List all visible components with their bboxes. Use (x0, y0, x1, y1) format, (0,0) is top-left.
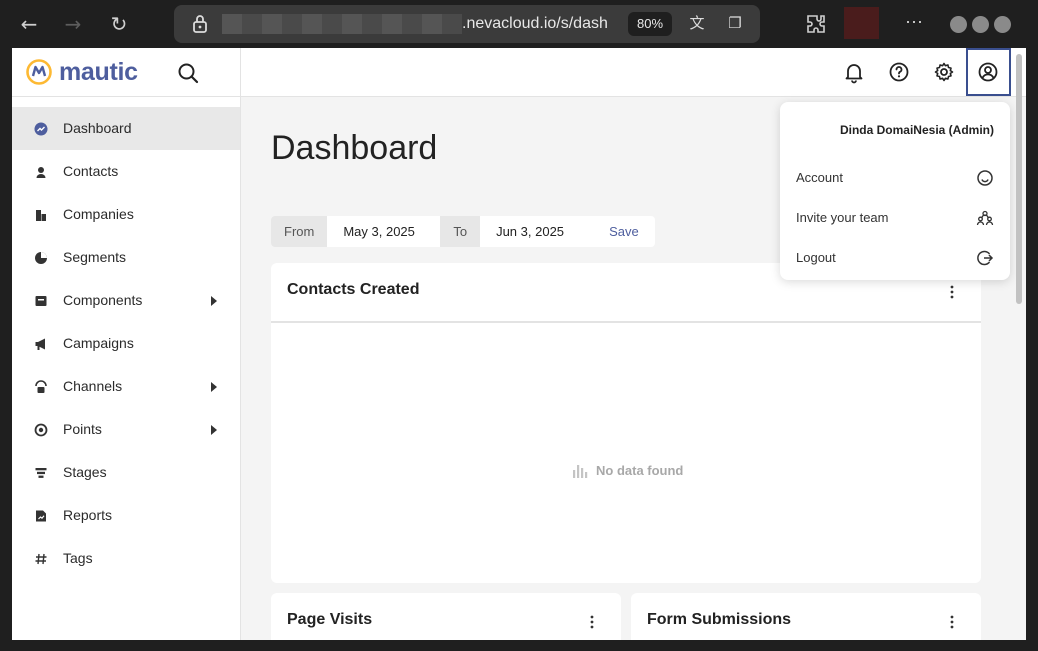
page-scrollbar[interactable] (1014, 50, 1024, 640)
save-button[interactable]: Save (593, 216, 655, 247)
top-navbar: mautic (12, 48, 1026, 97)
more-options-icon[interactable]: ⋯ (902, 10, 926, 34)
mautic-logo[interactable]: mautic (25, 57, 138, 87)
menu-item-invite-team[interactable]: Invite your team (780, 204, 1010, 234)
widget-title: Contacts Created (287, 281, 420, 298)
sidebar-item-label: Stages (63, 464, 107, 480)
chevron-right-icon[interactable] (211, 296, 217, 306)
logo-text: mautic (59, 57, 138, 86)
reload-icon[interactable]: ↻ (106, 12, 132, 36)
date-range-filter: From May 3, 2025 To Jun 3, 2025 Save (271, 216, 655, 247)
sidebar: Dashboard Contacts Companies Segments Co… (12, 97, 241, 640)
kebab-menu-icon[interactable] (947, 614, 957, 630)
megaphone-icon (35, 338, 45, 350)
sidebar-item-channels[interactable]: Channels (12, 365, 240, 408)
logout-icon (977, 250, 994, 266)
sidebar-item-label: Contacts (63, 163, 119, 179)
sidebar-item-segments[interactable]: Segments (12, 236, 240, 279)
sidebar-item-label: Dashboard (63, 120, 132, 136)
empty-state: No data found (572, 462, 683, 478)
sidebar-item-label: Reports (63, 507, 113, 523)
date-to-label: To (440, 216, 481, 247)
url-redacted (222, 14, 462, 34)
brand-divider (240, 48, 241, 97)
sidebar-item-components[interactable]: Components (12, 279, 240, 322)
help-icon[interactable] (887, 60, 911, 84)
sidebar-item-tags[interactable]: Tags (12, 537, 240, 580)
sidebar-item-points[interactable]: Points (12, 408, 240, 451)
sidebar-item-campaigns[interactable]: Campaigns (12, 322, 240, 365)
widget-title: Form Submissions (647, 611, 792, 628)
chevron-right-icon[interactable] (211, 382, 217, 392)
sidebar-item-label: Campaigns (63, 335, 134, 351)
user-circle-icon (978, 62, 998, 82)
menu-item-label: Logout (796, 250, 836, 265)
pie-icon (35, 252, 47, 264)
search-icon[interactable] (177, 62, 199, 84)
mautic-app: mautic Dashboard Contacts Companies Segm… (12, 48, 1026, 640)
widget-contacts-created: Contacts Created No data found (271, 263, 981, 583)
hash-icon (35, 553, 47, 565)
sidebar-item-reports[interactable]: Reports (12, 494, 240, 537)
menu-item-logout[interactable]: Logout (780, 244, 1010, 274)
sidebar-item-label: Companies (63, 206, 134, 222)
kebab-menu-icon[interactable] (587, 614, 597, 630)
profile-avatar[interactable] (844, 7, 879, 39)
kebab-menu-icon[interactable] (947, 284, 957, 300)
sidebar-item-label: Segments (63, 249, 127, 265)
dropdown-username: Dinda DomaiNesia (Admin) (839, 123, 994, 137)
window-close[interactable] (994, 16, 1011, 33)
funnel-icon (35, 468, 47, 478)
widget-page-visits: Page Visits (271, 593, 621, 640)
smiley-icon (977, 170, 993, 186)
sidebar-item-stages[interactable]: Stages (12, 451, 240, 494)
window-maximize[interactable] (972, 16, 989, 33)
reading-list-icon[interactable]: ❐ (724, 14, 746, 34)
gear-icon[interactable] (932, 60, 956, 84)
forward-icon[interactable]: → (60, 12, 86, 36)
widget-form-submissions: Form Submissions (631, 593, 981, 640)
user-menu-button[interactable] (966, 48, 1011, 96)
date-from-label: From (271, 216, 328, 247)
sidebar-item-label: Points (63, 421, 102, 437)
translate-icon[interactable]: 文 (686, 14, 708, 34)
report-icon (36, 510, 46, 522)
bar-chart-icon (573, 465, 588, 478)
sidebar-item-label: Components (63, 292, 143, 308)
scrollbar-thumb[interactable] (1016, 54, 1022, 304)
user-dropdown-menu: Dinda DomaiNesia (Admin) Account Invite … (780, 102, 1010, 280)
dashboard-icon (34, 122, 48, 136)
zoom-badge[interactable]: 80% (628, 12, 672, 36)
sidebar-item-companies[interactable]: Companies (12, 193, 240, 236)
menu-item-label: Invite your team (796, 210, 889, 225)
building-icon (36, 210, 46, 221)
address-bar[interactable]: .nevacloud.io/s/dash 80% 文 ❐ (174, 5, 760, 43)
person-icon (36, 167, 46, 178)
sidebar-item-contacts[interactable]: Contacts (12, 150, 240, 193)
chevron-right-icon[interactable] (211, 425, 217, 435)
lock-icon[interactable] (192, 14, 208, 34)
sidebar-item-label: Channels (63, 378, 123, 394)
url-text[interactable]: .nevacloud.io/s/dash (462, 14, 618, 34)
back-icon[interactable]: ← (16, 12, 42, 36)
team-icon (976, 210, 994, 226)
target-icon (34, 423, 48, 437)
bell-icon[interactable] (842, 60, 866, 84)
menu-item-account[interactable]: Account (780, 164, 1010, 194)
date-to-input[interactable]: Jun 3, 2025 (480, 216, 594, 247)
page-title: Dashboard (271, 129, 438, 167)
mautic-logo-icon (26, 59, 52, 85)
sidebar-item-dashboard[interactable]: Dashboard (12, 107, 240, 150)
widget-title: Page Visits (287, 611, 373, 628)
broadcast-icon (35, 380, 47, 393)
widget-divider (271, 321, 981, 323)
window-minimize[interactable] (950, 16, 967, 33)
empty-state-text: No data found (596, 462, 684, 478)
menu-item-label: Account (796, 170, 843, 185)
date-from-input[interactable]: May 3, 2025 (327, 216, 441, 247)
extensions-icon[interactable] (804, 12, 828, 36)
browser-toolbar: ← → ↻ .nevacloud.io/s/dash 80% 文 ❐ ⋯ (0, 0, 1038, 48)
sidebar-item-label: Tags (63, 550, 93, 566)
box-icon (35, 296, 47, 306)
